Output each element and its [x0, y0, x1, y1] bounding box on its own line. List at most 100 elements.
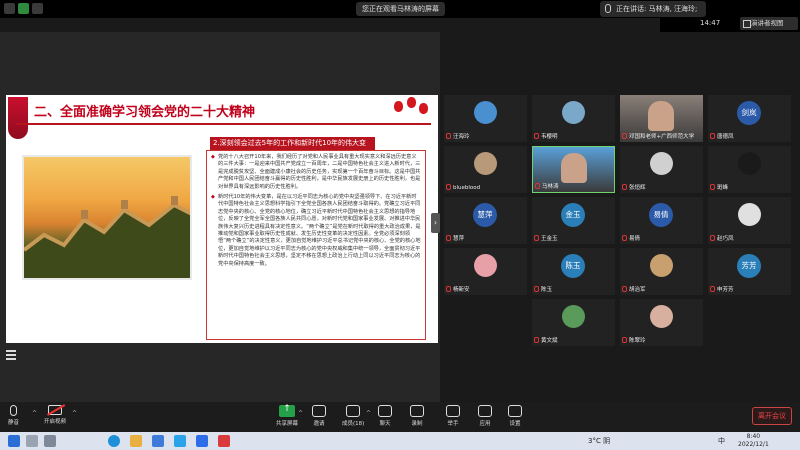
participant-tile[interactable]: 陈翠玲	[620, 299, 703, 346]
members-button[interactable]: 成员(18)	[342, 405, 364, 427]
system-clock[interactable]: 8:40 2022/12/1	[738, 433, 769, 449]
leave-meeting-button[interactable]: 离开会议	[752, 407, 792, 425]
participant-video	[648, 101, 674, 131]
participant-tile[interactable]: blueblood	[444, 146, 527, 193]
chevron-up-icon[interactable]: ^	[32, 410, 37, 417]
mic-icon	[605, 4, 611, 13]
meeting-clock: 14:47	[700, 19, 721, 27]
participant-tile[interactable]: 胡治军	[620, 248, 703, 295]
members-label: 成员(18)	[342, 421, 365, 427]
muted-mic-icon	[622, 133, 627, 139]
participant-name: 黄文斌	[534, 337, 558, 345]
participant-avatar: 金玉	[561, 203, 585, 227]
participant-tile[interactable]: 汪海玲	[444, 95, 527, 142]
participant-avatar	[650, 254, 673, 277]
meeting-app-icon[interactable]	[196, 435, 208, 447]
participant-avatar	[650, 305, 673, 328]
muted-mic-icon	[534, 286, 539, 292]
record-icon	[410, 405, 424, 417]
store-icon[interactable]	[152, 435, 164, 447]
signal-icon[interactable]	[32, 3, 43, 14]
participant-avatar	[562, 305, 585, 328]
system-date: 2022/12/1	[738, 441, 769, 448]
invite-icon	[312, 405, 326, 417]
microphone-icon	[10, 405, 17, 416]
participant-name-text: 韦樱明	[541, 134, 558, 140]
apps-icon	[478, 405, 492, 417]
participant-name: 胡治军	[622, 286, 646, 294]
search-icon[interactable]	[26, 435, 38, 447]
great-wall-image	[22, 155, 192, 280]
participant-name: 陈翠玲	[622, 337, 646, 345]
muted-mic-icon	[534, 133, 539, 139]
participant-name: 唐德凤	[710, 133, 734, 141]
muted-mic-icon	[710, 133, 715, 139]
chat-button[interactable]: 聊天	[378, 405, 392, 427]
participant-tile[interactable]: 赵巧凤	[708, 197, 791, 244]
apps-button[interactable]: 应用	[478, 405, 492, 427]
task-view-icon[interactable]	[44, 435, 56, 447]
mute-button[interactable]: 静音	[8, 405, 19, 426]
participant-tile[interactable]: 邓国和老师+广西师范大学	[620, 95, 703, 142]
participant-tile[interactable]: 剑岚 唐德凤	[708, 95, 791, 142]
security-shield-icon[interactable]	[18, 3, 29, 14]
muted-mic-icon	[535, 183, 540, 189]
share-screen-button[interactable]: 共享屏幕	[276, 404, 298, 427]
mail-icon[interactable]	[174, 435, 186, 447]
raise-hand-button[interactable]: 举手	[446, 405, 460, 427]
participant-avatar	[474, 152, 497, 175]
participant-name-text: 斑峰	[717, 185, 729, 191]
video-button[interactable]: 开启视频	[44, 405, 66, 425]
participant-name: 赵巧凤	[710, 235, 734, 243]
invite-button[interactable]: 邀请	[312, 405, 326, 427]
participant-video	[561, 153, 587, 183]
participant-name-text: 王金玉	[541, 236, 558, 242]
participant-name-text: 黄文斌	[541, 338, 558, 344]
chevron-up-icon[interactable]: ^	[72, 410, 77, 417]
participant-tile[interactable]: 杨新安	[444, 248, 527, 295]
participant-tile[interactable]: 易倩 易倩	[620, 197, 703, 244]
lantern-decoration	[390, 97, 430, 119]
participant-name-text: 马林涛	[542, 184, 559, 190]
windows-taskbar: 3°C 阴 中 8:40 2022/12/1	[0, 432, 800, 450]
participant-tile[interactable]: 慧萍 慧萍	[444, 197, 527, 244]
chat-icon	[378, 405, 392, 417]
speaker-view-button[interactable]: 演讲者视图	[740, 17, 798, 30]
start-icon[interactable]	[8, 435, 20, 447]
edge-browser-icon[interactable]	[108, 435, 120, 447]
participant-tile[interactable]: 马林涛	[532, 146, 615, 193]
participant-name-text: blueblood	[453, 185, 481, 191]
participant-name: 汪海玲	[446, 133, 470, 141]
participant-name-text: 陈翠玲	[629, 338, 646, 344]
participant-avatar: 剑岚	[737, 101, 761, 125]
weather-widget[interactable]: 3°C 阴	[588, 436, 610, 446]
window-icon[interactable]	[4, 3, 15, 14]
raise-hand-label: 举手	[447, 421, 459, 427]
participant-avatar	[650, 152, 673, 175]
muted-mic-icon	[622, 286, 627, 292]
participant-tile[interactable]: 金玉王金玉	[532, 197, 615, 244]
participant-tile[interactable]: 陈玉 陈玉	[532, 248, 615, 295]
chevron-up-icon[interactable]: ^	[298, 410, 303, 417]
viewing-screen-banner[interactable]: 您正在观看马林涛的屏幕	[356, 2, 445, 16]
chevron-up-icon[interactable]: ^	[366, 410, 371, 417]
input-language[interactable]: 中	[718, 436, 725, 446]
participant-tile[interactable]: 韦樱明	[532, 95, 615, 142]
participant-tile[interactable]: 芳芳 申芳芳	[708, 248, 791, 295]
participant-tile[interactable]: 斑峰	[708, 146, 791, 193]
participant-tile[interactable]: 黄文斌	[532, 299, 615, 346]
muted-mic-icon	[710, 235, 715, 241]
participant-tile[interactable]: 张烜辉	[620, 146, 703, 193]
record-button[interactable]: 录制	[410, 405, 424, 427]
system-time: 8:40	[746, 433, 761, 440]
participant-avatar	[738, 152, 761, 175]
gear-icon	[508, 405, 522, 417]
participant-name: 易倩	[622, 235, 640, 243]
settings-button[interactable]: 设置	[508, 405, 522, 427]
collapse-arrow-icon[interactable]: ›	[431, 213, 440, 233]
app-icon[interactable]	[218, 435, 230, 447]
file-explorer-icon[interactable]	[130, 435, 142, 447]
menu-icon[interactable]	[6, 350, 16, 360]
participant-name: 马林涛	[535, 183, 559, 191]
participant-name-text: 陈玉	[541, 287, 553, 293]
